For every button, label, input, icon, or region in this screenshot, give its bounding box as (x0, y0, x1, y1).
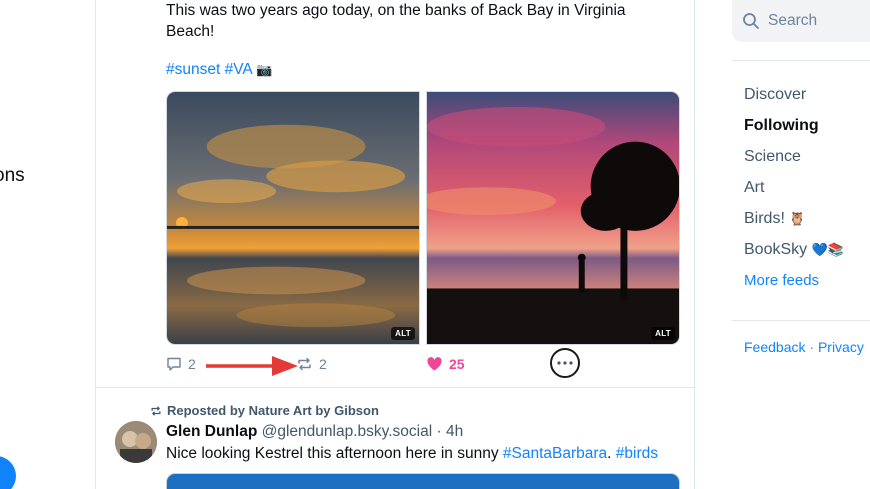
feed-item-label: BookSky (744, 241, 808, 258)
left-navigation: ons (0, 0, 96, 489)
nav-item-label[interactable]: ons (0, 165, 25, 187)
feeds-list: Discover Following Science Art Birds! 🦉 … (744, 84, 844, 301)
right-sidebar: Search Discover Following Science Art Bi… (732, 0, 870, 489)
sunset-cloud-reflection-photo (167, 92, 419, 344)
hashtag-link[interactable]: #SantaBarbara (503, 445, 607, 462)
post-time[interactable]: 4h (446, 423, 463, 440)
more-options-button[interactable] (550, 348, 580, 378)
annotation-arrow-icon (206, 356, 298, 376)
feed-item-label: Discover (744, 86, 807, 103)
hashtag-link[interactable]: #birds (616, 445, 658, 462)
avatar-photo-icon (115, 421, 157, 463)
reply-count: 2 (188, 356, 196, 372)
more-feeds-link[interactable]: More feeds (744, 270, 844, 301)
compose-button[interactable] (0, 456, 16, 489)
post-tags: #sunset #VA 📷 (166, 61, 272, 79)
feed-item-following[interactable]: Following (744, 115, 844, 146)
feed-item-science[interactable]: Science (744, 146, 844, 177)
alt-badge[interactable]: ALT (651, 327, 675, 340)
ellipsis-icon (557, 361, 573, 365)
post[interactable]: Reposted by Nature Art by Gibson Glen Du… (96, 389, 695, 489)
reply-button[interactable]: 2 (166, 352, 196, 376)
search-placeholder: Search (768, 12, 818, 29)
repost-icon (151, 405, 161, 416)
author-line: Glen Dunlap @glendunlap.bsky.social · 4h (166, 423, 463, 441)
author-handle[interactable]: @glendunlap.bsky.social (262, 423, 433, 440)
feed-item-discover[interactable]: Discover (744, 84, 844, 115)
post-text: This was two years ago today, on the ban… (166, 2, 626, 40)
privacy-link[interactable]: Privacy (818, 339, 864, 355)
like-count: 25 (449, 356, 465, 372)
feed-item-label: Art (744, 179, 765, 196)
reply-icon (167, 357, 181, 371)
heart-icon (427, 357, 442, 371)
feed-item-label: Following (744, 117, 819, 134)
image-gallery: ALT ALT (166, 91, 680, 345)
feed-item-birds[interactable]: Birds! 🦉 (744, 208, 844, 239)
post[interactable]: This was two years ago today, on the ban… (96, 0, 695, 388)
repost-button[interactable]: 2 (296, 352, 327, 376)
feed-item-booksky[interactable]: BookSky 💙📚 (744, 239, 844, 270)
owl-icon: 🦉 (789, 211, 806, 226)
sunset-tree-silhouette-photo (427, 92, 679, 344)
post-text: Nice looking Kestrel this afternoon here… (166, 445, 658, 463)
feed-item-label: Science (744, 148, 801, 165)
search-icon (743, 13, 759, 29)
repost-count: 2 (319, 356, 327, 372)
separator-dot: · (809, 339, 815, 355)
post-text-body: Nice looking Kestrel this afternoon here… (166, 445, 499, 462)
feed: This was two years ago today, on the ban… (95, 0, 695, 489)
feed-item-label: Birds! (744, 210, 785, 227)
divider (732, 60, 870, 61)
repost-attribution[interactable]: Reposted by Nature Art by Gibson (150, 403, 379, 418)
like-button[interactable]: 25 (426, 352, 465, 376)
camera-icon: 📷 (256, 62, 273, 77)
feed-item-art[interactable]: Art (744, 177, 844, 208)
search-input[interactable]: Search (732, 0, 870, 42)
post-image[interactable] (166, 473, 680, 489)
heart-books-icon: 💙📚 (811, 242, 844, 257)
feedback-link[interactable]: Feedback (744, 339, 805, 355)
post-text-separator: . (607, 445, 612, 462)
divider (732, 320, 870, 321)
post-image[interactable]: ALT (166, 91, 420, 345)
separator-dot: · (436, 423, 442, 440)
repost-label: Reposted by Nature Art by Gibson (167, 403, 379, 418)
hashtag-link[interactable]: #sunset #VA (166, 61, 252, 78)
alt-badge[interactable]: ALT (391, 327, 415, 340)
footer-links: Feedback · Privacy (744, 339, 864, 355)
post-image[interactable]: ALT (426, 91, 680, 345)
author-name[interactable]: Glen Dunlap (166, 423, 257, 440)
avatar[interactable] (115, 421, 157, 463)
